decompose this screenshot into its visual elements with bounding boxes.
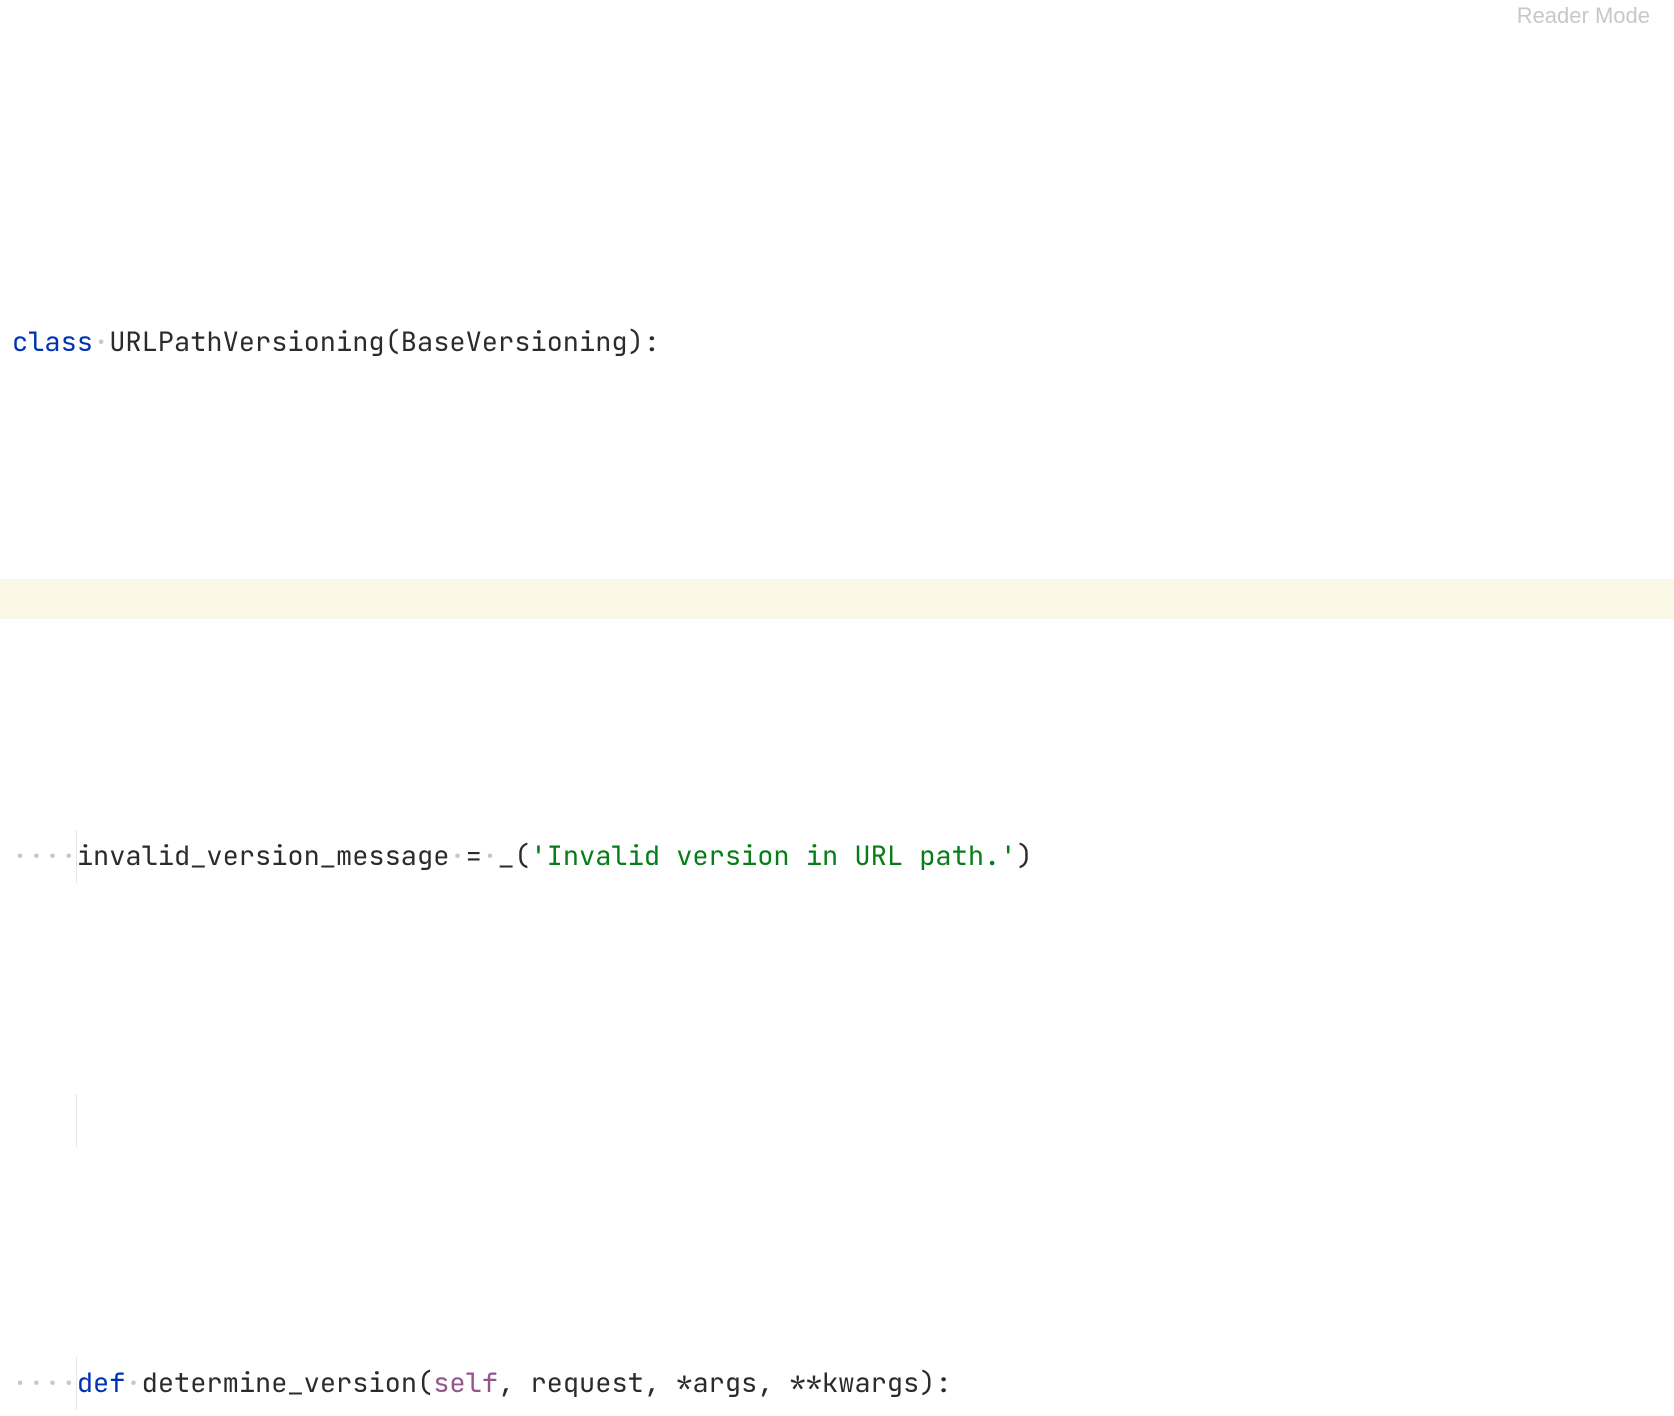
keyword-def: def <box>77 1365 126 1401</box>
code-line[interactable]: ····invalid_version_message·=·_('Invalid… <box>0 830 1674 883</box>
ws-dot: · <box>482 838 498 874</box>
ws-dot: · <box>125 1365 141 1401</box>
identifier: invalid_version_message <box>77 838 450 874</box>
code-line[interactable]: ····def·determine_version(self, request,… <box>0 1357 1674 1410</box>
indent-dots: ···· <box>12 838 77 874</box>
string-literal: 'Invalid version in URL path.' <box>530 838 1016 874</box>
ws-dot: · <box>449 838 465 874</box>
keyword-class: class <box>12 324 93 360</box>
function-name: determine_version( <box>142 1365 434 1401</box>
highlighted-blank-line <box>0 579 1674 619</box>
code-editor[interactable]: Reader Mode class·URLPathVersioning(Base… <box>0 0 1674 1416</box>
class-name: URLPathVersioning(BaseVersioning): <box>109 324 660 360</box>
indent-dots: ···· <box>12 1365 77 1401</box>
blank-line <box>0 1094 1674 1147</box>
ws-dot: · <box>93 324 109 360</box>
reader-mode-label: Reader Mode <box>1517 0 1650 38</box>
self-keyword: self <box>433 1365 498 1401</box>
code-line[interactable]: class·URLPathVersioning(BaseVersioning): <box>0 316 1674 369</box>
